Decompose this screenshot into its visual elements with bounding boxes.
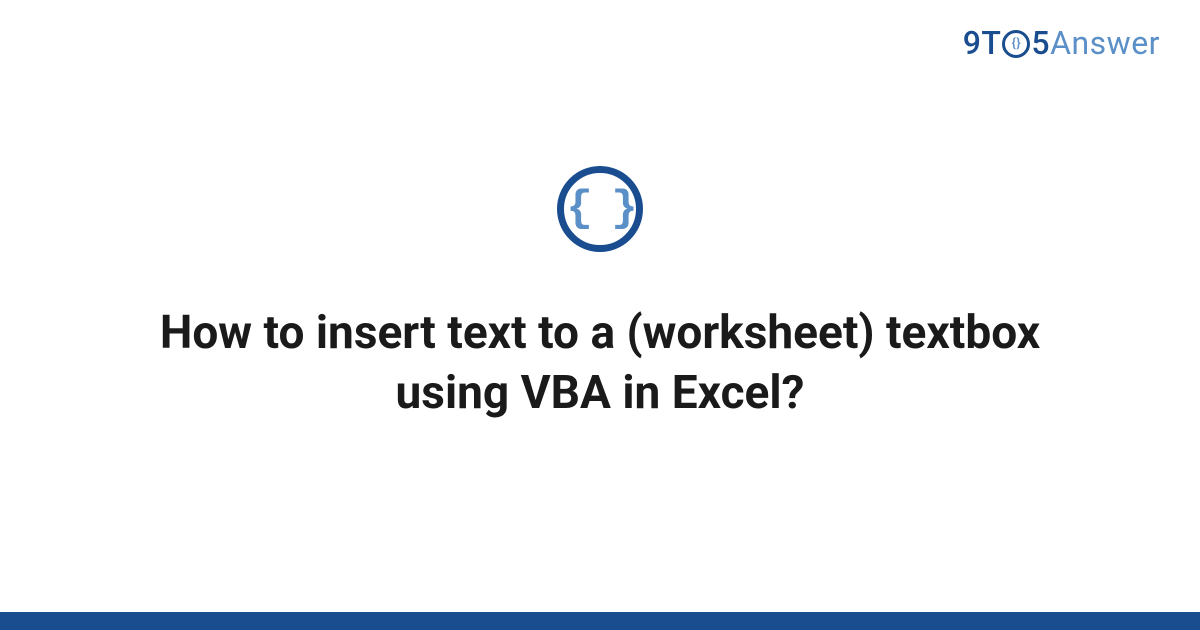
footer-accent-bar: [0, 612, 1200, 630]
topic-icon-circle: { }: [557, 166, 643, 252]
main-content: { } How to insert text to a (worksheet) …: [0, 0, 1200, 630]
code-braces-icon: { }: [566, 187, 633, 231]
question-title: How to insert text to a (worksheet) text…: [100, 304, 1100, 424]
